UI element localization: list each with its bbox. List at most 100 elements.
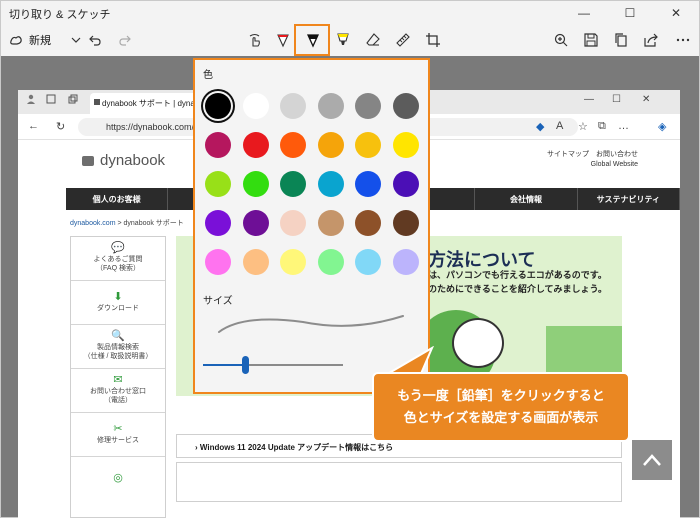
profile-icon (26, 94, 36, 107)
more-icon[interactable] (673, 30, 693, 50)
header-link-2: Global Website (590, 161, 638, 168)
size-slider-thumb[interactable] (242, 356, 249, 374)
minimize-button[interactable]: — (561, 1, 607, 25)
close-button[interactable]: ✕ (653, 1, 699, 25)
stroke-preview (218, 315, 404, 333)
crop-icon[interactable] (423, 30, 443, 50)
color-swatch[interactable] (317, 93, 344, 119)
sidebar-item-repair: ✂ 修理サービス (71, 413, 165, 457)
color-swatch[interactable] (355, 249, 381, 275)
url-text: https://dynabook.com/ (106, 122, 195, 132)
save-icon[interactable] (581, 30, 601, 50)
color-swatch[interactable] (205, 132, 231, 158)
new-snip-icon (10, 36, 22, 45)
ballpoint-pen-icon[interactable] (273, 30, 293, 50)
mascot-illustration (452, 318, 504, 368)
color-swatch[interactable] (205, 171, 231, 197)
header-link-1: サイトマップ お問い合わせ (547, 151, 638, 158)
pencil-settings-popup: 色 サイズ (193, 58, 430, 394)
logo-text: dynabook (100, 152, 166, 169)
color-swatch[interactable] (205, 210, 231, 236)
ruler-icon[interactable] (393, 30, 413, 50)
sidebar-item-faq: 💬 よくあるご質問 （FAQ 検索） (71, 237, 165, 281)
eraser-icon[interactable] (363, 30, 383, 50)
color-label: 色 (203, 70, 213, 81)
nav-item: 会社情報 (475, 188, 578, 210)
chevron-down-icon[interactable] (71, 35, 81, 45)
instruction-callout: もう一度［鉛筆］をクリックすると 色とサイズを設定する画面が表示 (372, 372, 630, 442)
browser-more-icon: … (618, 120, 629, 132)
maximize-button[interactable]: ☐ (607, 1, 653, 25)
color-swatch[interactable] (317, 210, 344, 236)
color-swatch[interactable] (355, 132, 381, 158)
favorite-icon: ☆ (578, 121, 588, 133)
color-swatch[interactable] (355, 210, 381, 236)
color-swatch[interactable] (280, 171, 306, 197)
tag-icon: ◆ (536, 121, 545, 133)
color-swatch[interactable] (280, 210, 306, 236)
color-swatch[interactable] (392, 93, 419, 119)
color-swatch[interactable] (242, 93, 269, 119)
scroll-to-top-button[interactable] (632, 440, 672, 480)
sidebar-item-label: よくあるご質問 （FAQ 検索） (93, 256, 143, 272)
browser-minimize-icon: — (584, 94, 594, 105)
copy-icon[interactable] (611, 30, 631, 50)
pencil-highlight-frame (294, 24, 330, 56)
globe-icon: ◎ (113, 471, 123, 484)
nav-item: サステナビリティ (578, 188, 680, 210)
copilot-icon: ◈ (658, 121, 667, 133)
color-swatch[interactable] (205, 249, 231, 275)
callout-line-2: 色とサイズを設定する画面が表示 (403, 410, 599, 425)
sidebar-item-label: 修理サービス (97, 436, 139, 444)
color-swatch[interactable] (317, 249, 344, 275)
banner-line-2: のためにできることを紹介してみましょう。 (428, 284, 608, 294)
color-swatch[interactable] (355, 93, 381, 119)
tools-icon: ✂ (113, 422, 123, 435)
breadcrumb-current: > dynabook サポート (115, 220, 184, 227)
reader-icon: A (556, 120, 564, 132)
support-sidebar: 💬 よくあるご質問 （FAQ 検索） ⬇ ダウンロード 🔍 製品情報検索 （仕様… (70, 236, 166, 518)
color-swatch[interactable] (280, 93, 306, 119)
sidebar-item-label: ダウンロード (97, 304, 139, 312)
undo-icon[interactable] (85, 30, 105, 50)
color-swatch[interactable] (280, 132, 306, 158)
color-swatch[interactable] (242, 132, 269, 158)
workspaces-icon (46, 94, 56, 107)
share-icon[interactable] (641, 30, 661, 50)
color-swatch[interactable] (392, 210, 419, 236)
color-swatch[interactable] (317, 171, 344, 197)
new-button[interactable]: 新規 (9, 30, 81, 50)
callout-line-1: もう一度［鉛筆］をクリックすると (397, 388, 605, 403)
app-titlebar: 切り取り & スケッチ — ☐ ✕ (0, 0, 700, 24)
color-swatch[interactable] (280, 249, 306, 275)
collections-icon: ⧉ (598, 120, 606, 132)
color-swatch[interactable] (205, 93, 231, 119)
favicon-icon (94, 99, 100, 105)
size-label: サイズ (203, 296, 233, 307)
banner-line-1: は、パソコンでも行えるエコがあるのです。 (428, 270, 607, 280)
color-swatch[interactable] (242, 249, 269, 275)
redo-icon[interactable] (115, 30, 135, 50)
sidebar-item-label: お問い合わせ窓口 （電話） (90, 388, 146, 404)
chat-icon: 💬 (111, 242, 125, 254)
header-links: サイトマップ お問い合わせ Global Website (547, 150, 638, 170)
touch-writing-icon[interactable] (245, 30, 265, 50)
color-swatch[interactable] (392, 249, 419, 275)
browser-tab: dynabook サポート | dynab (90, 93, 200, 114)
color-swatch[interactable] (317, 132, 344, 158)
mail-icon: ✉ (113, 374, 123, 386)
sidebar-item-label: 製品情報検索 （仕様 / 取扱説明書） (83, 344, 153, 360)
breadcrumb-home: dynabook.com (70, 220, 116, 227)
zoom-icon[interactable] (551, 30, 571, 50)
refresh-icon: ↻ (56, 121, 66, 133)
highlighter-icon[interactable] (333, 30, 353, 50)
color-swatch[interactable] (242, 210, 269, 236)
color-swatch[interactable] (392, 171, 419, 197)
color-swatch[interactable] (355, 171, 381, 197)
back-icon: ← (28, 120, 39, 132)
color-swatch[interactable] (392, 132, 419, 158)
sidebar-item-contact: ✉ お問い合わせ窓口 （電話） (71, 369, 165, 413)
app-toolbar: 新規 (0, 24, 700, 56)
color-swatch[interactable] (242, 171, 269, 197)
download-icon: ⬇ (113, 290, 123, 303)
